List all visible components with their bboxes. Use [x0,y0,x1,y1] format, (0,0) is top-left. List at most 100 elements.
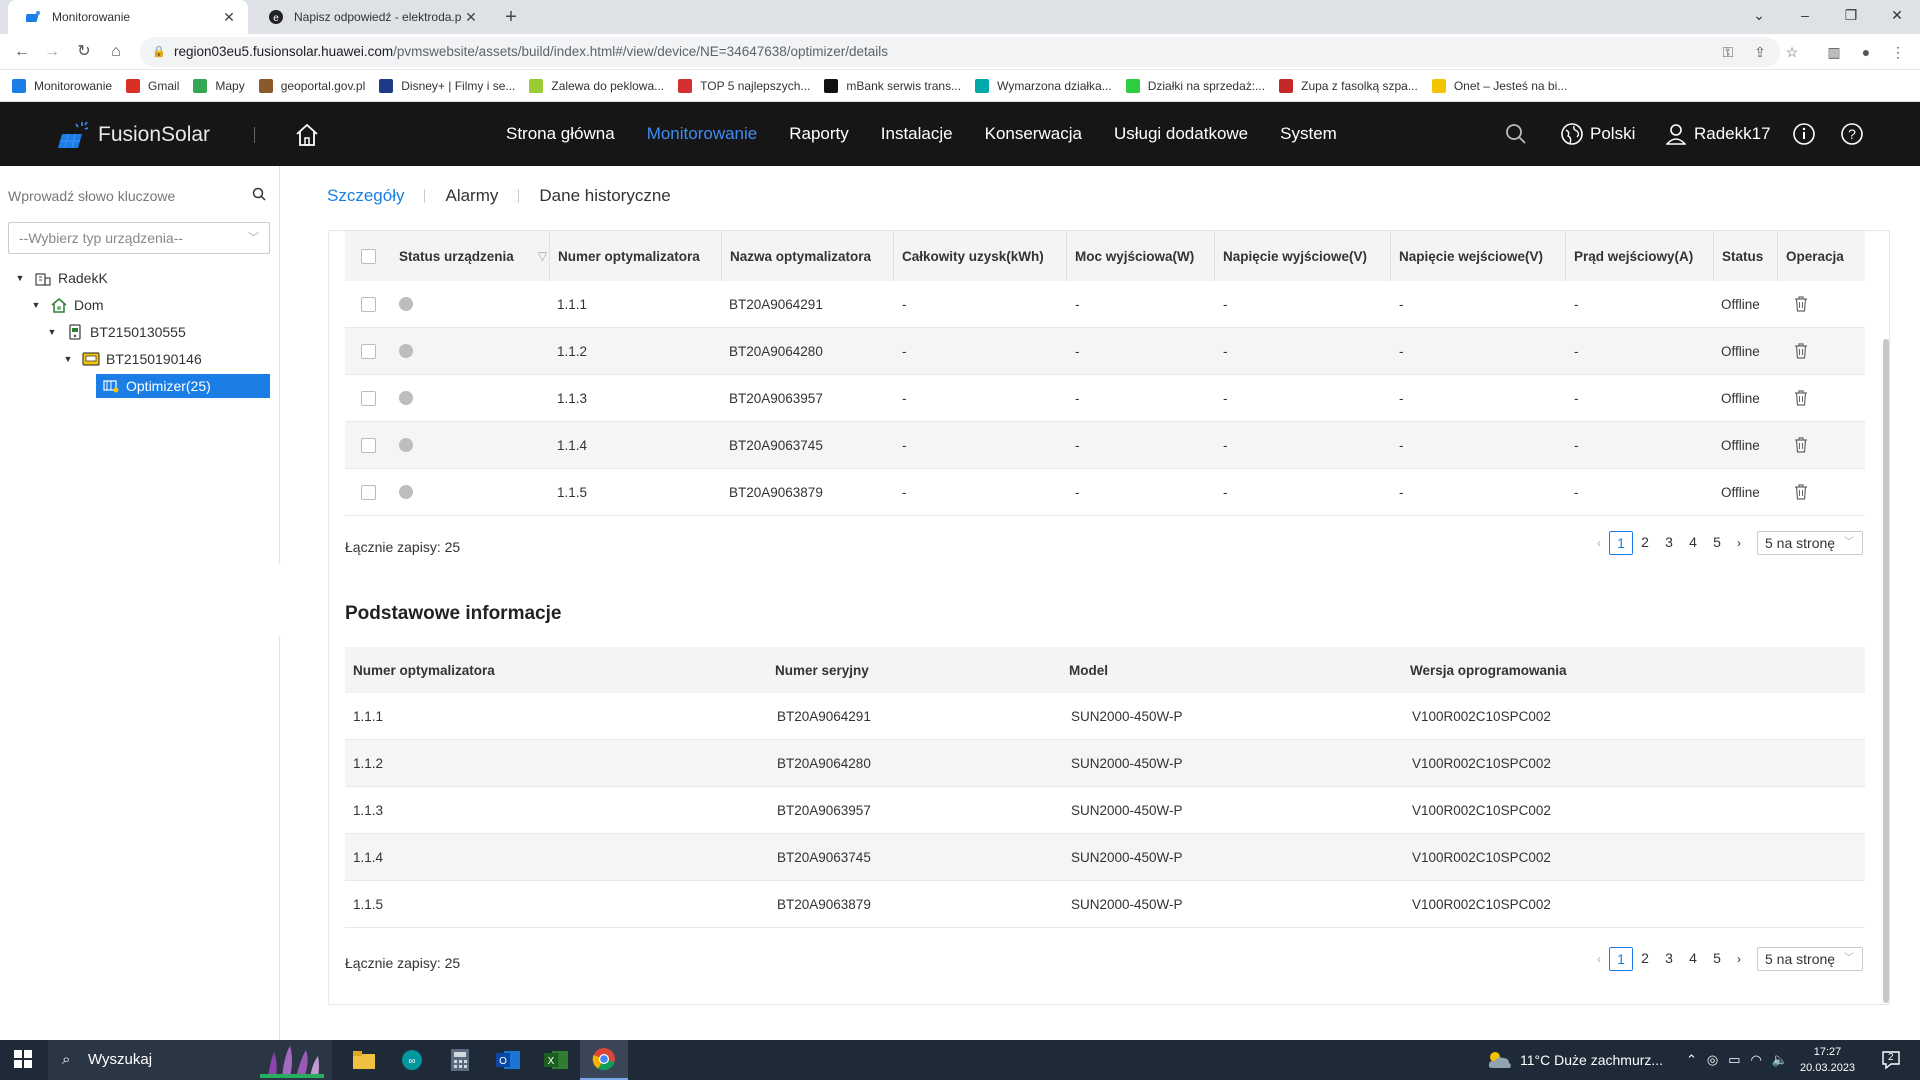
delete-icon[interactable] [1794,422,1808,468]
tab-alarmy[interactable]: Alarmy [445,186,498,206]
prev-page-icon[interactable]: ‹ [1589,952,1609,966]
outlook-icon[interactable]: O [484,1040,532,1080]
key-icon[interactable]: ⚿ [1716,40,1740,64]
search-icon[interactable] [1504,102,1528,166]
row-checkbox[interactable] [361,281,376,327]
select-all-checkbox[interactable] [361,231,376,281]
profile-icon[interactable]: ● [1854,40,1878,64]
page-button[interactable]: 4 [1681,947,1705,971]
col-nazwa[interactable]: Nazwa optymalizatora [721,231,893,281]
delete-icon[interactable] [1794,375,1808,421]
close-tab-icon[interactable]: ✕ [462,9,480,26]
keyword-search-input[interactable]: Wprowadź słowo kluczowe [8,182,270,210]
weather-widget[interactable]: 11°C Duże zachmurz... [1486,1040,1663,1080]
close-tab-icon[interactable]: ✕ [220,9,238,26]
sidepanel-icon[interactable]: ▥ [1822,40,1846,64]
fusionsolar-logo[interactable]: FusionSolar [58,120,210,150]
file-explorer-icon[interactable] [340,1040,388,1080]
delete-icon[interactable] [1794,281,1808,327]
chrome-icon[interactable] [580,1040,628,1080]
restore-button[interactable]: ❐ [1828,0,1874,30]
row-checkbox[interactable] [361,469,376,515]
tab-szczegoly[interactable]: Szczegóły [327,186,404,206]
row-checkbox[interactable] [361,328,376,374]
arduino-icon[interactable]: ∞ [388,1040,436,1080]
tree-node-radekk[interactable]: ▼ RadekK [14,266,108,290]
page-button[interactable]: 2 [1633,947,1657,971]
bookmark-item[interactable]: Onet – Jesteś na bi... [1431,78,1567,93]
star-icon[interactable]: ☆ [1780,40,1804,64]
table-row[interactable]: 1.1.1 BT20A9064291 - - - - - Offline [345,281,1865,328]
page-button[interactable]: 1 [1609,947,1633,971]
tree-node-inverter[interactable]: ▼ BT2150130555 [46,320,186,344]
excel-icon[interactable]: X [532,1040,580,1080]
page-button[interactable]: 3 [1657,947,1681,971]
caret-down-icon[interactable]: ▼ [14,273,26,283]
bookmark-item[interactable]: Wymarzona działka... [975,78,1112,93]
col-numer[interactable]: Numer optymalizatora [549,231,721,281]
page-button[interactable]: 4 [1681,531,1705,555]
bookmark-item[interactable]: Gmail [126,78,179,93]
page-button[interactable]: 1 [1609,531,1633,555]
wifi-icon[interactable]: ◠ [1751,1052,1762,1068]
close-window-button[interactable]: ✕ [1874,0,1920,30]
tree-node-optimizer[interactable]: Optimizer(25) [96,374,270,398]
new-tab-button[interactable]: + [498,4,524,30]
table-row[interactable]: 1.1.3 BT20A9063957 - - - - - Offline [345,375,1865,422]
chevron-up-icon[interactable]: ⌃ [1686,1052,1697,1068]
col-prad[interactable]: Prąd wejściowy(A) [1565,231,1713,281]
table-row[interactable]: 1.1.4 BT20A9063745 - - - - - Offline [345,422,1865,469]
col-status[interactable]: Status [1713,231,1777,281]
page-button[interactable]: 2 [1633,531,1657,555]
browser-tab-elektroda[interactable]: e Napisz odpowiedź - elektroda.pl ✕ [250,0,490,34]
menu-uslugi-dodatkowe[interactable]: Usługi dodatkowe [1114,124,1248,144]
clock[interactable]: 17:27 20.03.2023 [1800,1044,1855,1076]
menu-konserwacja[interactable]: Konserwacja [985,124,1082,144]
bookmark-item[interactable]: Zalewa do peklowa... [529,78,664,93]
filter-icon[interactable]: ▽ [538,249,547,263]
row-checkbox[interactable] [361,422,376,468]
col-status-urzadzenia[interactable]: Status urządzenia ▽ [399,231,549,281]
language-selector[interactable]: Polski [1560,102,1635,166]
delete-icon[interactable] [1794,328,1808,374]
minimize-button[interactable]: – [1782,0,1828,30]
share-icon[interactable]: ⇪ [1748,40,1772,64]
caret-down-icon[interactable]: ▼ [46,327,58,337]
forward-icon[interactable]: → [40,40,64,64]
bookmark-item[interactable]: TOP 5 najlepszych... [678,78,810,93]
back-icon[interactable]: ← [10,40,34,64]
info-icon[interactable] [1792,102,1816,166]
next-page-icon[interactable]: › [1729,952,1749,966]
page-button[interactable]: 3 [1657,531,1681,555]
calculator-icon[interactable] [436,1040,484,1080]
notifications-button[interactable]: 2 [1880,1040,1902,1080]
device-type-select[interactable]: --Wybierz typ urządzenia-- ﹀ [8,222,270,254]
reload-icon[interactable]: ↻ [72,40,96,64]
next-page-icon[interactable]: › [1729,536,1749,550]
bookmark-item[interactable]: geoportal.gov.pl [258,78,365,93]
tree-node-dom[interactable]: ▼ Dom [30,293,104,317]
search-icon[interactable] [252,182,266,210]
scrollbar[interactable] [1883,339,1889,1003]
menu-monitorowanie[interactable]: Monitorowanie [647,124,758,144]
bookmark-item[interactable]: Monitorowanie [12,78,112,93]
meet-now-icon[interactable]: ◎ [1707,1052,1718,1068]
row-checkbox[interactable] [361,375,376,421]
table-row[interactable]: 1.1.2 BT20A9064280 - - - - - Offline [345,328,1865,375]
battery-icon[interactable]: ▭ [1728,1052,1740,1068]
menu-system[interactable]: System [1280,124,1337,144]
menu-instalacje[interactable]: Instalacje [881,124,953,144]
help-icon[interactable]: ? [1840,102,1864,166]
menu-strona-glowna[interactable]: Strona główna [506,124,615,144]
prev-page-icon[interactable]: ‹ [1589,536,1609,550]
taskbar-search[interactable]: ⌕ Wyszukaj [48,1040,332,1080]
user-menu[interactable]: Radekk17 [1666,102,1771,166]
bookmark-item[interactable]: mBank serwis trans... [824,78,961,93]
menu-raporty[interactable]: Raporty [789,124,849,144]
tree-node-logger[interactable]: ▼ BT2150190146 [62,347,202,371]
caret-down-icon[interactable]: ▼ [62,354,74,364]
browser-tab-monitorowanie[interactable]: Monitorowanie ✕ [8,0,248,34]
page-button[interactable]: 5 [1705,947,1729,971]
page-button[interactable]: 5 [1705,531,1729,555]
tab-dane-historyczne[interactable]: Dane historyczne [539,186,670,206]
